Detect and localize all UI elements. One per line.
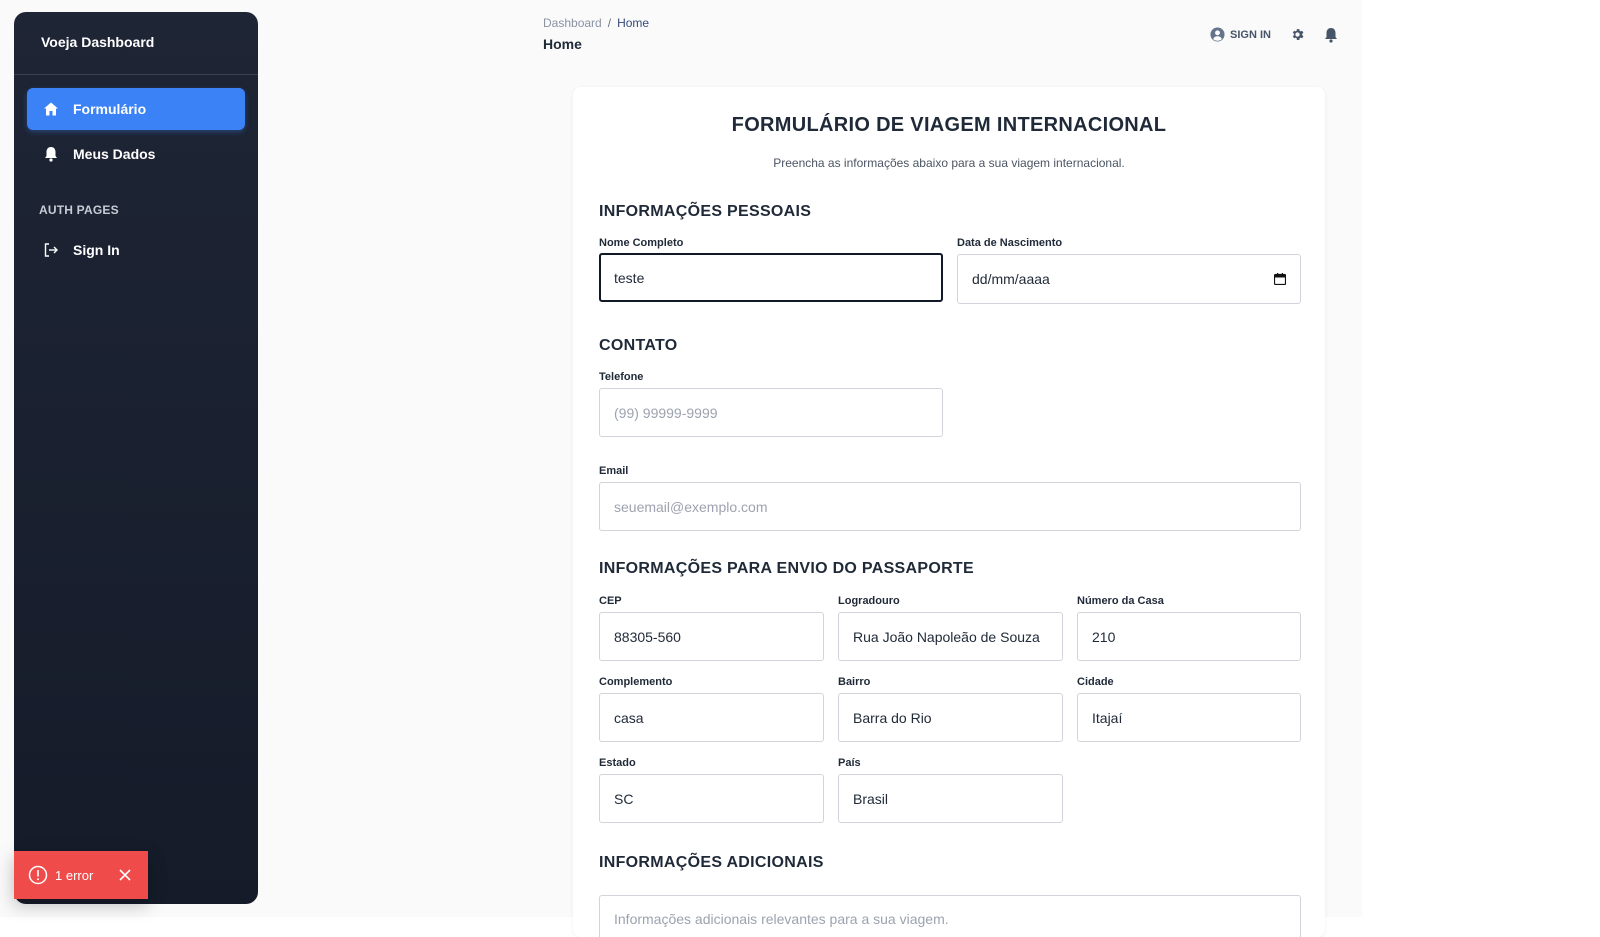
- form-card: FORMULÁRIO DE VIAGEM INTERNACIONAL Preen…: [573, 87, 1325, 937]
- breadcrumb: Dashboard / Home: [543, 16, 649, 30]
- pais-input[interactable]: [838, 774, 1063, 823]
- calendar-icon[interactable]: [1274, 273, 1286, 285]
- breadcrumb-home: Home: [617, 16, 650, 30]
- gear-icon[interactable]: [1290, 27, 1305, 47]
- telefone-label: Telefone: [599, 371, 644, 383]
- section-title-passport: INFORMAÇÕES PARA ENVIO DO PASSAPORTE: [599, 560, 974, 577]
- numero-input[interactable]: [1077, 612, 1301, 661]
- sidebar-item-meus-dados[interactable]: Meus Dados: [27, 133, 245, 175]
- sidebar: Voeja Dashboard Formulário Meus Dados AU…: [14, 12, 258, 904]
- header-sign-in-button[interactable]: SIGN IN: [1210, 27, 1271, 42]
- email-label: Email: [599, 465, 629, 477]
- pais-label: País: [838, 757, 861, 769]
- sidebar-item-sign-in[interactable]: Sign In: [27, 229, 245, 271]
- user-circle-icon: [1210, 27, 1225, 42]
- estado-input[interactable]: [599, 774, 824, 823]
- bairro-input[interactable]: [838, 693, 1063, 742]
- nascimento-label: Data de Nascimento: [957, 237, 1063, 249]
- bairro-label: Bairro: [838, 676, 871, 688]
- cidade-input[interactable]: [1077, 693, 1301, 742]
- brand-title: Voeja Dashboard: [41, 34, 155, 50]
- cep-label: CEP: [599, 595, 622, 607]
- logradouro-label: Logradouro: [838, 595, 900, 607]
- form-subtitle: Preencha as informações abaixo para a su…: [773, 156, 1125, 170]
- brand-divider: [14, 74, 258, 75]
- section-title-personal: INFORMAÇÕES PESSOAIS: [599, 203, 812, 220]
- estado-label: Estado: [599, 757, 636, 769]
- error-toast[interactable]: 1 error: [14, 851, 148, 899]
- bell-icon: [42, 145, 60, 163]
- close-icon[interactable]: [118, 868, 132, 882]
- telefone-input[interactable]: [599, 388, 943, 437]
- email-input[interactable]: [599, 482, 1301, 531]
- logradouro-input[interactable]: [838, 612, 1063, 661]
- date-value: dd/mm/aaaa: [972, 271, 1050, 287]
- data-nascimento-input[interactable]: dd/mm/aaaa: [957, 254, 1301, 304]
- sidebar-item-label: Meus Dados: [73, 146, 156, 162]
- breadcrumb-dashboard[interactable]: Dashboard: [543, 16, 602, 30]
- error-toast-text: 1 error: [55, 867, 94, 883]
- page-title: Home: [543, 36, 582, 52]
- complemento-label: Complemento: [599, 676, 673, 688]
- complemento-input[interactable]: [599, 693, 824, 742]
- cidade-label: Cidade: [1077, 676, 1114, 688]
- sidebar-item-label: Formulário: [73, 101, 147, 117]
- nome-completo-input[interactable]: [599, 253, 943, 302]
- section-title-contact: CONTATO: [599, 337, 678, 354]
- breadcrumb-separator: /: [607, 16, 612, 30]
- sidebar-item-formulario[interactable]: Formulário: [27, 88, 245, 130]
- sign-in-icon: [42, 241, 60, 259]
- informacoes-adicionais-textarea[interactable]: [599, 895, 1301, 937]
- cep-input[interactable]: [599, 612, 824, 661]
- home-icon: [42, 100, 60, 118]
- header-sign-in-label: SIGN IN: [1230, 28, 1271, 41]
- sidebar-item-label: Sign In: [73, 242, 120, 258]
- section-title-additional: INFORMAÇÕES ADICIONAIS: [599, 854, 824, 871]
- form-title: FORMULÁRIO DE VIAGEM INTERNACIONAL: [731, 114, 1167, 136]
- nome-label: Nome Completo: [599, 237, 684, 249]
- numero-label: Número da Casa: [1077, 595, 1164, 607]
- alert-circle-icon: [28, 865, 48, 885]
- section-label-auth: AUTH PAGES: [39, 203, 119, 217]
- notification-bell-icon[interactable]: [1324, 27, 1338, 48]
